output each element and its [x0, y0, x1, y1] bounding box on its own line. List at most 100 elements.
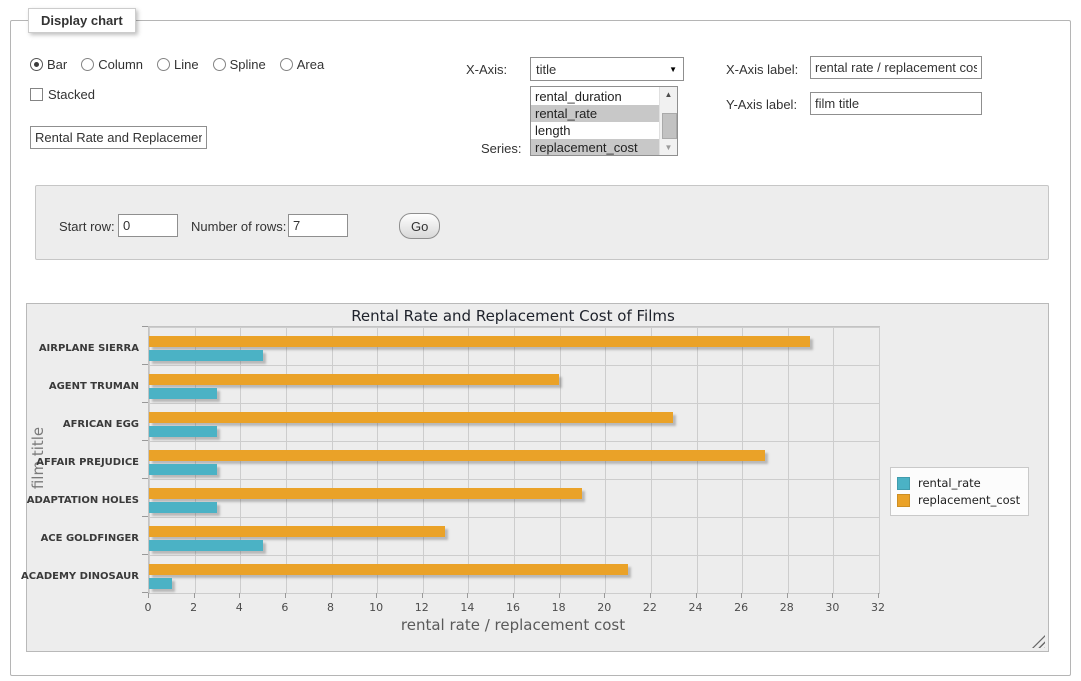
category-label: ACADEMY DINOSAUR: [21, 571, 139, 582]
chart-type-radio-area[interactable]: Area: [280, 57, 324, 72]
series-listbox[interactable]: rental_durationrental_ratelengthreplacem…: [530, 86, 678, 156]
listbox-scrollbar[interactable]: ▲ ▼: [659, 87, 677, 155]
x-tick-label: 32: [871, 601, 885, 614]
x-tick: [422, 593, 423, 598]
chart-type-radio-column[interactable]: Column: [81, 57, 143, 72]
chart-type-radio-line[interactable]: Line: [157, 57, 199, 72]
x-tick: [239, 593, 240, 598]
x-tick: [604, 593, 605, 598]
x-tick: [331, 593, 332, 598]
y-tick: [142, 516, 148, 517]
start-row-label: Start row:: [59, 219, 115, 234]
x-tick: [194, 593, 195, 598]
radio-icon[interactable]: [30, 58, 43, 71]
radio-label: Line: [174, 57, 199, 72]
radio-icon[interactable]: [280, 58, 293, 71]
x-tick-label: 28: [780, 601, 794, 614]
x-axis-label-input[interactable]: [810, 56, 982, 79]
bar-rental_rate: [149, 350, 263, 361]
gridline: [149, 593, 879, 594]
x-tick: [832, 593, 833, 598]
x-tick: [787, 593, 788, 598]
radio-label: Bar: [47, 57, 67, 72]
radio-icon[interactable]: [157, 58, 170, 71]
x-tick-label: 22: [643, 601, 657, 614]
go-button[interactable]: Go: [399, 213, 440, 239]
series-option-length[interactable]: length: [531, 122, 660, 139]
y-tick: [142, 326, 148, 327]
x-tick-label: 12: [415, 601, 429, 614]
x-tick: [513, 593, 514, 598]
stacked-label: Stacked: [48, 87, 95, 102]
x-tick-label: 10: [369, 601, 383, 614]
fieldset-legend: Display chart: [28, 8, 136, 33]
radio-icon[interactable]: [213, 58, 226, 71]
series-option-rental_rate[interactable]: rental_rate: [531, 105, 660, 122]
y-axis-label-input[interactable]: [810, 92, 982, 115]
chart-type-radio-spline[interactable]: Spline: [213, 57, 266, 72]
resize-grip-icon[interactable]: [1032, 635, 1045, 648]
x-axis-label-caption: X-Axis label:: [726, 62, 798, 77]
scrollbar-thumb[interactable]: [662, 113, 677, 139]
y-axis-label-caption: Y-Axis label:: [726, 97, 797, 112]
series-option-rental_duration[interactable]: rental_duration: [531, 88, 660, 105]
bar-replacement_cost: [149, 488, 582, 499]
bar-rental_rate: [149, 578, 172, 589]
bar-rental_rate: [149, 540, 263, 551]
x-tick-label: 6: [281, 601, 288, 614]
x-tick: [878, 593, 879, 598]
stacked-checkbox-row[interactable]: Stacked: [30, 87, 95, 102]
x-tick: [741, 593, 742, 598]
bar-replacement_cost: [149, 450, 765, 461]
gridline: [149, 327, 879, 328]
bar-rental_rate: [149, 426, 217, 437]
x-axis-select-label: X-Axis:: [466, 62, 507, 77]
chart-x-axis-title: rental rate / replacement cost: [148, 616, 878, 634]
bar-rental_rate: [149, 502, 217, 513]
category-label: AFFAIR PREJUDICE: [36, 457, 139, 468]
x-tick-label: 8: [327, 601, 334, 614]
page: Display chart Bar Column Line Spline Area St…: [0, 0, 1081, 681]
chevron-down-icon: ▼: [669, 65, 677, 74]
x-tick: [559, 593, 560, 598]
chart-type-radio-group: Bar Column Line Spline Area: [30, 57, 332, 72]
x-axis-select[interactable]: title ▼: [530, 57, 684, 81]
y-tick: [142, 554, 148, 555]
x-tick: [650, 593, 651, 598]
chart-plot-area: [148, 326, 880, 594]
bar-replacement_cost: [149, 412, 673, 423]
scroll-down-icon[interactable]: ▼: [660, 140, 677, 155]
scroll-up-icon[interactable]: ▲: [660, 87, 677, 102]
gridline: [149, 517, 879, 518]
legend-item: rental_rate: [897, 476, 1020, 490]
legend-item: replacement_cost: [897, 493, 1020, 507]
x-tick-label: 24: [689, 601, 703, 614]
x-tick: [376, 593, 377, 598]
legend-swatch: [897, 494, 910, 507]
x-tick-label: 20: [597, 601, 611, 614]
number-of-rows-input[interactable]: [288, 214, 348, 237]
x-tick-label: 4: [236, 601, 243, 614]
start-row-input[interactable]: [118, 214, 178, 237]
gridline: [833, 327, 834, 593]
bar-replacement_cost: [149, 374, 559, 385]
series-option-replacement_cost[interactable]: replacement_cost: [531, 139, 660, 156]
rows-panel: Start row: Number of rows: Go: [35, 185, 1049, 260]
gridline: [149, 441, 879, 442]
gridline: [879, 327, 880, 593]
chart-title-input[interactable]: [30, 126, 207, 149]
gridline: [149, 555, 879, 556]
y-tick: [142, 440, 148, 441]
gridline: [149, 403, 879, 404]
chart-container: Rental Rate and Replacement Cost of Film…: [26, 303, 1049, 652]
legend-swatch: [897, 477, 910, 490]
category-label: ADAPTATION HOLES: [27, 495, 139, 506]
x-tick: [696, 593, 697, 598]
series-select-label: Series:: [481, 141, 521, 156]
bar-replacement_cost: [149, 526, 445, 537]
stacked-checkbox[interactable]: [30, 88, 43, 101]
chart-title: Rental Rate and Replacement Cost of Film…: [148, 307, 878, 325]
radio-icon[interactable]: [81, 58, 94, 71]
chart-type-radio-bar[interactable]: Bar: [30, 57, 67, 72]
category-label: ACE GOLDFINGER: [41, 533, 139, 544]
